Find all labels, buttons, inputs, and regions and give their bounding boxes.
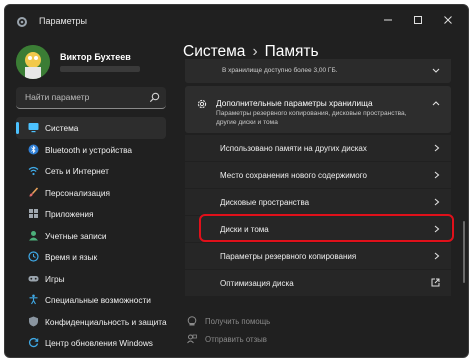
sidebar-item-apps[interactable]: Приложения: [16, 203, 166, 225]
shield-icon: [29, 316, 38, 326]
sidebar-item-privacy[interactable]: Конфиденциальность и защита: [16, 311, 167, 333]
sidebar-item-bluetooth[interactable]: Bluetooth и устройства: [16, 139, 166, 161]
maximize-button[interactable]: [403, 8, 433, 32]
sidebar-item-gaming[interactable]: Игры: [16, 268, 166, 290]
sub-item-label: Оптимизация диска: [220, 279, 294, 288]
chevron-right-icon: [434, 252, 440, 260]
wifi-icon: [28, 166, 39, 176]
sidebar-item-label: Игры: [45, 273, 65, 284]
sidebar-item-windows-update[interactable]: Центр обновления Windows: [16, 332, 166, 354]
title-bar: Параметры: [5, 5, 468, 35]
advanced-storage-title: Дополнительные параметры хранилища: [216, 98, 373, 108]
user-name: Виктор Бухтеев: [60, 52, 131, 62]
bluetooth-icon: [28, 144, 39, 154]
sidebar-item-label: Система: [45, 123, 79, 133]
main-content: Система › Память В хранилище доступно боле…: [173, 35, 468, 357]
storage-spaces-item[interactable]: Дисковые пространства: [185, 189, 451, 215]
chevron-right-icon: [434, 144, 440, 152]
get-help-label: Получить помощь: [205, 317, 271, 326]
monitor-icon: [28, 123, 39, 133]
brush-icon: [29, 186, 39, 197]
maximize-icon: [414, 16, 422, 24]
storage-available-text: В хранилище доступно более 3,00 ГБ.: [222, 67, 338, 74]
sidebar-item-label: Центр обновления Windows: [45, 338, 153, 348]
avatar: [16, 45, 50, 79]
minimize-button[interactable]: [373, 8, 403, 32]
sidebar-item-accounts[interactable]: Учетные записи: [16, 225, 166, 247]
feedback-icon: [187, 334, 197, 344]
minimize-icon: [384, 19, 392, 21]
drive-optimization-item[interactable]: Оптимизация диска: [185, 270, 451, 296]
sidebar-item-label: Сеть и Интернет: [45, 166, 109, 176]
help-icon: [187, 316, 197, 326]
user-icon: [29, 230, 38, 240]
breadcrumb-separator: ›: [252, 43, 258, 60]
update-icon: [28, 337, 39, 348]
search-input[interactable]: [16, 87, 146, 107]
sidebar-item-label: Персонализация: [45, 187, 111, 198]
chevron-right-icon: [434, 171, 440, 179]
backup-options-item[interactable]: Параметры резервного копирования: [185, 243, 451, 269]
close-button[interactable]: [433, 8, 463, 32]
sub-item-label: Параметры резервного копирования: [220, 252, 357, 261]
page-title: Память: [264, 43, 319, 60]
search-box[interactable]: [16, 87, 166, 109]
accessibility-icon: [29, 294, 38, 305]
advanced-storage-description: Параметры резервного копирования, дисков…: [216, 110, 407, 126]
sidebar-item-network[interactable]: Сеть и Интернет: [16, 160, 166, 182]
scrollbar[interactable]: [463, 221, 465, 283]
user-profile[interactable]: Виктор Бухтеев: [16, 45, 176, 93]
gear-icon: [197, 99, 207, 109]
sidebar-item-time-language[interactable]: Время и язык: [16, 246, 166, 268]
sidebar-item-accessibility[interactable]: Специальные возможности: [16, 289, 166, 311]
sidebar-item-label: Bluetooth и устройства: [45, 144, 133, 155]
breadcrumb-parent[interactable]: Система: [183, 43, 245, 60]
chevron-up-icon: [432, 101, 440, 106]
sub-item-label: Дисковые пространства: [220, 198, 310, 207]
sidebar-item-personalization[interactable]: Персонализация: [16, 182, 166, 204]
sub-item-label: Использовано памяти на других дисках: [220, 144, 367, 153]
other-drives-usage-item[interactable]: Использовано памяти на других дисках: [185, 135, 451, 161]
chevron-right-icon: [434, 198, 440, 206]
advanced-storage-card[interactable]: Дополнительные параметры хранилища Парам…: [185, 86, 451, 133]
highlight-frame: [199, 214, 454, 242]
sidebar-item-label: Время и язык: [45, 252, 98, 262]
sidebar-nav: Система Bluetooth и устройства Сеть и Ин…: [16, 117, 167, 354]
sub-item-label: Место сохранения нового содержимого: [220, 171, 367, 180]
sidebar-item-label: Конфиденциальность и защита: [45, 316, 167, 327]
window-title: Параметры: [39, 16, 87, 26]
send-feedback-label: Отправить отзыв: [205, 335, 267, 344]
close-icon: [444, 16, 452, 24]
gamepad-icon: [28, 275, 39, 281]
search-icon[interactable]: [149, 92, 160, 103]
user-email-redacted: [60, 66, 140, 72]
sidebar: Виктор Бухтеев Система Bluetooth и устро…: [5, 35, 173, 357]
sidebar-item-label: Специальные возможности: [45, 295, 151, 305]
external-link-icon: [431, 278, 440, 287]
apps-icon: [29, 209, 38, 218]
sidebar-item-system[interactable]: Система: [16, 117, 166, 139]
settings-app-icon: [17, 17, 27, 27]
new-content-location-item[interactable]: Место сохранения нового содержимого: [185, 162, 451, 188]
globe-clock-icon: [28, 251, 39, 262]
settings-window: Параметры Виктор Бухтеев Найти параметр …: [4, 4, 469, 358]
sidebar-item-label: Приложения: [45, 209, 94, 219]
sidebar-item-label: Учетные записи: [45, 230, 107, 241]
storage-info-card[interactable]: В хранилище доступно более 3,00 ГБ.: [185, 59, 451, 83]
chevron-down-icon: [432, 68, 440, 73]
